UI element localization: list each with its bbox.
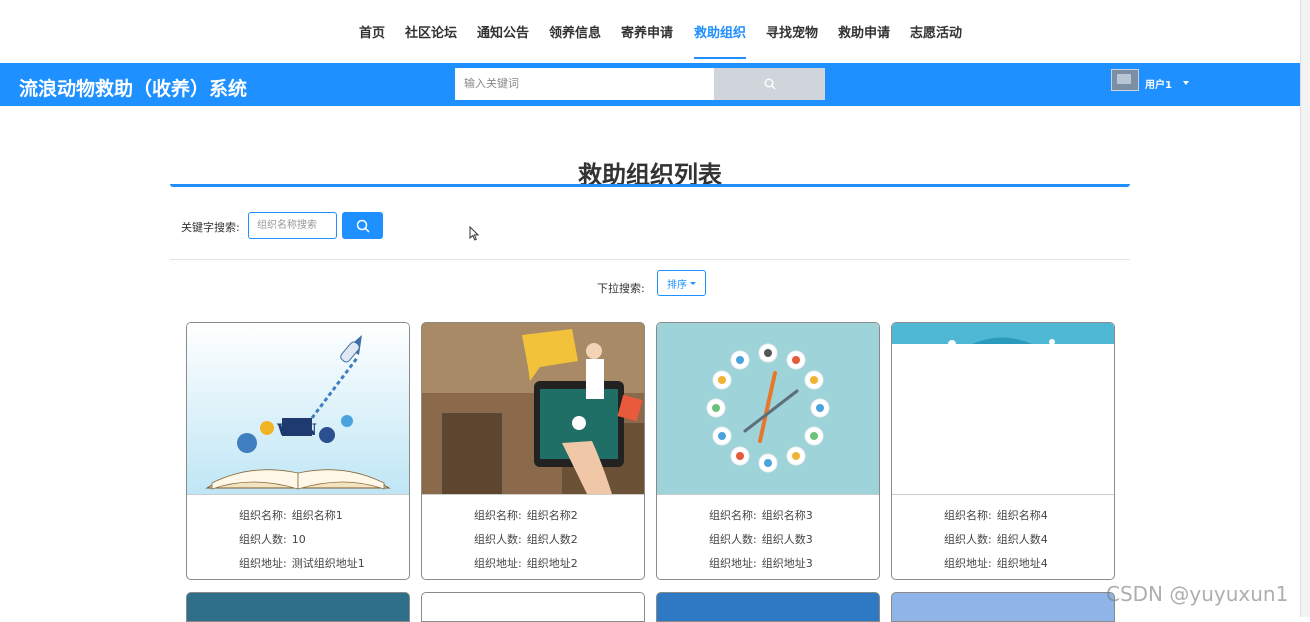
active-nav-underline bbox=[694, 57, 746, 59]
card-info: 组织名称: 组织名称4 组织人数: 组织人数4 组织地址: 组织地址4 bbox=[892, 507, 1114, 579]
nav-item-adoption-info[interactable]: 领养信息 bbox=[549, 22, 601, 41]
watermark: CSDN @yuyuxun1 bbox=[1106, 582, 1289, 606]
username-label[interactable]: 用户1 bbox=[1145, 76, 1172, 91]
dropdown-search-label: 下拉搜索: bbox=[597, 282, 645, 295]
user-avatar[interactable] bbox=[1111, 69, 1139, 91]
nav-item-find-pet[interactable]: 寻找宠物 bbox=[766, 22, 818, 41]
organization-card-partial[interactable] bbox=[656, 592, 880, 622]
card-info: 组织名称: 组织名称3 组织人数: 组织人数3 组织地址: 组织地址3 bbox=[657, 507, 879, 579]
org-name-value: 组织名称3 bbox=[761, 509, 813, 522]
card-image-education-icons[interactable] bbox=[657, 323, 879, 494]
org-address-label: 组织地址: bbox=[239, 557, 287, 570]
keyword-search-label: 关键字搜索: bbox=[181, 221, 240, 234]
org-name-value: 组织名称1 bbox=[291, 509, 343, 522]
org-count-value: 组织人数4 bbox=[996, 533, 1048, 546]
keyword-search-button[interactable] bbox=[342, 212, 383, 239]
organization-card-partial[interactable] bbox=[421, 592, 645, 622]
org-name-value: 组织名称2 bbox=[526, 509, 578, 522]
header-search-button[interactable] bbox=[714, 68, 825, 100]
org-count-value: 10 bbox=[291, 533, 306, 546]
org-address-value: 测试组织地址1 bbox=[291, 557, 365, 570]
org-name-label: 组织名称: bbox=[239, 509, 287, 522]
window-scrollbar[interactable] bbox=[1300, 0, 1310, 617]
org-address-value: 组织地址4 bbox=[996, 557, 1048, 570]
card-image-teacher-tablet[interactable] bbox=[422, 323, 644, 494]
nav-item-notices[interactable]: 通知公告 bbox=[477, 22, 529, 41]
nav-item-rescue-application[interactable]: 救助申请 bbox=[838, 22, 890, 41]
sort-dropdown-button[interactable]: 排序 bbox=[657, 270, 706, 296]
chevron-down-icon bbox=[690, 281, 696, 285]
nav-item-forum[interactable]: 社区论坛 bbox=[405, 22, 457, 41]
chevron-down-icon[interactable] bbox=[1183, 81, 1189, 85]
org-count-value: 组织人数2 bbox=[526, 533, 578, 546]
organization-card[interactable]: WIN 组织名称: 组织名称1 组织人数: 10 组织地址: 测试组织地址1 bbox=[186, 322, 410, 580]
organization-card-partial[interactable] bbox=[891, 592, 1115, 622]
nav-item-foster-application[interactable]: 寄养申请 bbox=[621, 22, 673, 41]
sort-dropdown-label: 排序 bbox=[667, 279, 687, 291]
org-name-label: 组织名称: bbox=[709, 509, 757, 522]
org-address-value: 组织地址2 bbox=[526, 557, 578, 570]
org-count-label: 组织人数: bbox=[709, 533, 757, 546]
search-icon bbox=[356, 219, 370, 233]
org-address-value: 组织地址3 bbox=[761, 557, 813, 570]
org-address-label: 组织地址: bbox=[944, 557, 992, 570]
site-title: 流浪动物救助（收养）系统 bbox=[19, 78, 248, 100]
title-underline bbox=[170, 184, 1130, 187]
card-separator bbox=[422, 494, 644, 495]
organization-card[interactable]: 组织名称: 组织名称2 组织人数: 组织人数2 组织地址: 组织地址2 bbox=[421, 322, 645, 580]
card-image-partial-banner[interactable] bbox=[892, 323, 1114, 494]
header-bar: 流浪动物救助（收养）系统 用户1 bbox=[0, 63, 1300, 106]
header-search-input[interactable] bbox=[455, 68, 714, 100]
search-icon bbox=[764, 78, 775, 90]
card-info: 组织名称: 组织名称2 组织人数: 组织人数2 组织地址: 组织地址2 bbox=[422, 507, 644, 579]
org-address-label: 组织地址: bbox=[474, 557, 522, 570]
nav-item-rescue-organization[interactable]: 救助组织 bbox=[694, 22, 746, 41]
section-divider bbox=[170, 259, 1130, 260]
card-image-open-book[interactable]: WIN bbox=[187, 323, 409, 494]
organization-card[interactable]: 组织名称: 组织名称4 组织人数: 组织人数4 组织地址: 组织地址4 bbox=[891, 322, 1115, 580]
card-separator bbox=[187, 494, 409, 495]
top-navigation: 首页 社区论坛 通知公告 领养信息 寄养申请 救助组织 寻找宠物 救助申请 志愿… bbox=[0, 0, 1300, 62]
card-separator bbox=[892, 494, 1114, 495]
card-separator bbox=[657, 494, 879, 495]
svg-text:WIN: WIN bbox=[276, 420, 317, 439]
org-count-label: 组织人数: bbox=[239, 533, 287, 546]
org-name-label: 组织名称: bbox=[944, 509, 992, 522]
org-address-label: 组织地址: bbox=[709, 557, 757, 570]
nav-item-home[interactable]: 首页 bbox=[359, 22, 385, 41]
org-name-label: 组织名称: bbox=[474, 509, 522, 522]
organization-card-partial[interactable] bbox=[186, 592, 410, 622]
organization-name-search-input[interactable] bbox=[248, 212, 337, 239]
org-name-value: 组织名称4 bbox=[996, 509, 1048, 522]
org-count-value: 组织人数3 bbox=[761, 533, 813, 546]
organization-card[interactable]: 组织名称: 组织名称3 组织人数: 组织人数3 组织地址: 组织地址3 bbox=[656, 322, 880, 580]
mouse-cursor-icon bbox=[469, 226, 479, 241]
nav-item-volunteer-activities[interactable]: 志愿活动 bbox=[910, 22, 962, 41]
org-count-label: 组织人数: bbox=[944, 533, 992, 546]
card-info: 组织名称: 组织名称1 组织人数: 10 组织地址: 测试组织地址1 bbox=[187, 507, 409, 579]
org-count-label: 组织人数: bbox=[474, 533, 522, 546]
